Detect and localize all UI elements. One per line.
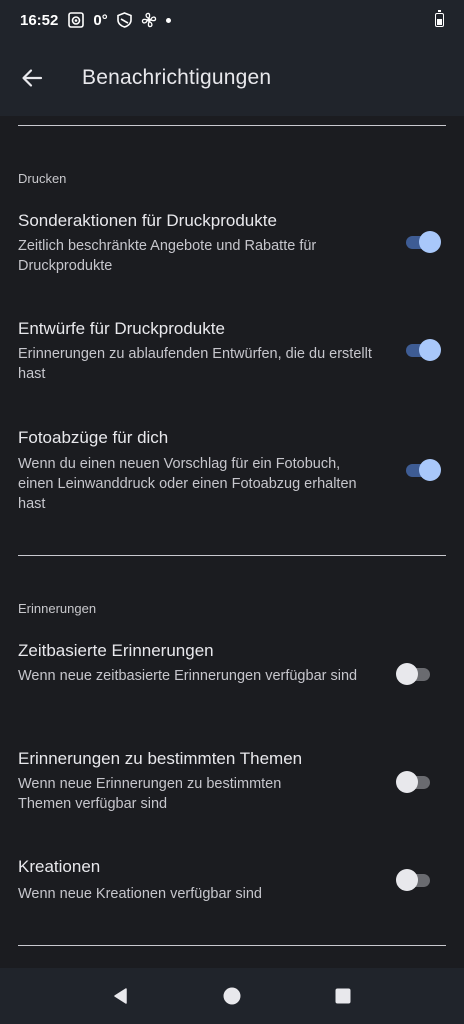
back-triangle-icon xyxy=(114,988,128,1004)
toggle-thumb xyxy=(419,459,441,481)
setting-description: Wenn neue Kreationen verfügbar sind xyxy=(18,886,262,902)
settings-list[interactable]: Drucken Sonderaktionen für Druckprodukte… xyxy=(0,116,464,968)
toggle-thumb xyxy=(396,869,418,891)
status-time: 16:52 xyxy=(20,11,59,29)
toggle-thumb xyxy=(396,771,418,793)
setting-row-sonderaktionen[interactable]: Sonderaktionen für Druckprodukte Zeitlic… xyxy=(0,202,464,298)
toggle-switch-fotoabzuege[interactable] xyxy=(402,458,442,482)
dot-icon xyxy=(165,17,171,23)
back-button[interactable] xyxy=(0,50,64,106)
temperature-label: 0° xyxy=(93,11,108,29)
setting-description: Wenn neue Erinnerungen zu bestimmten The… xyxy=(18,776,282,812)
divider xyxy=(18,555,446,556)
setting-row-themen[interactable]: Erinnerungen zu bestimmten Themen Wenn n… xyxy=(0,740,464,836)
page-title: Benachrichtigungen xyxy=(82,66,272,89)
toggle-thumb xyxy=(396,663,418,685)
toggle-switch-sonderaktionen[interactable] xyxy=(402,230,442,254)
setting-description: Wenn du einen neuen Vorschlag für ein Fo… xyxy=(18,456,357,512)
nav-back-button[interactable] xyxy=(97,972,145,1020)
home-circle-icon xyxy=(223,987,241,1005)
toggle-switch-entwuerfe[interactable] xyxy=(402,338,442,362)
fan-icon xyxy=(141,12,157,28)
shield-icon xyxy=(116,12,132,28)
section-header-erinnerungen: Erinnerungen xyxy=(18,601,97,616)
setting-description: Wenn neue zeitbasierte Erinnerungen verf… xyxy=(18,668,358,684)
nav-home-button[interactable] xyxy=(208,972,256,1020)
setting-title: Sonderaktionen für Druckprodukte xyxy=(18,211,277,230)
setting-title: Zeitbasierte Erinnerungen xyxy=(18,641,214,660)
setting-title: Kreationen xyxy=(18,857,101,876)
arrow-left-icon xyxy=(22,69,43,87)
battery-icon xyxy=(435,10,444,27)
recents-square-icon xyxy=(335,988,351,1004)
toggle-thumb xyxy=(419,231,441,253)
setting-title: Fotoabzüge für dich xyxy=(18,428,169,447)
navigation-bar xyxy=(0,968,464,1024)
section-header-drucken: Drucken xyxy=(18,171,67,186)
camera-icon xyxy=(68,12,85,28)
setting-row-kreationen[interactable]: Kreationen Wenn neue Kreationen verfügba… xyxy=(0,848,464,928)
toggle-switch-zeitbasiert[interactable] xyxy=(396,662,436,686)
toggle-switch-themen[interactable] xyxy=(396,770,436,794)
divider xyxy=(18,945,446,946)
toggle-thumb xyxy=(419,339,441,361)
app-bar: Benachrichtigungen xyxy=(0,40,464,116)
setting-description: Erinnerungen zu ablaufenden Entwürfen, d… xyxy=(18,346,372,382)
setting-description: Zeitlich beschränkte Angebote und Rabatt… xyxy=(18,238,317,274)
setting-title: Erinnerungen zu bestimmten Themen xyxy=(18,749,303,768)
toggle-switch-kreationen[interactable] xyxy=(396,868,436,892)
setting-row-fotoabzuege[interactable]: Fotoabzüge für dich Wenn du einen neuen … xyxy=(0,418,464,538)
setting-row-entwuerfe[interactable]: Entwürfe für Druckprodukte Erinnerungen … xyxy=(0,310,464,406)
screen: 16:52 0° Benachrichtigungen Drucken Sond… xyxy=(0,0,464,1024)
divider xyxy=(18,125,446,126)
status-bar: 16:52 0° xyxy=(0,0,464,40)
setting-row-zeitbasiert[interactable]: Zeitbasierte Erinnerungen Wenn neue zeit… xyxy=(0,632,464,728)
setting-title: Entwürfe für Druckprodukte xyxy=(18,319,225,338)
nav-recents-button[interactable] xyxy=(319,972,367,1020)
